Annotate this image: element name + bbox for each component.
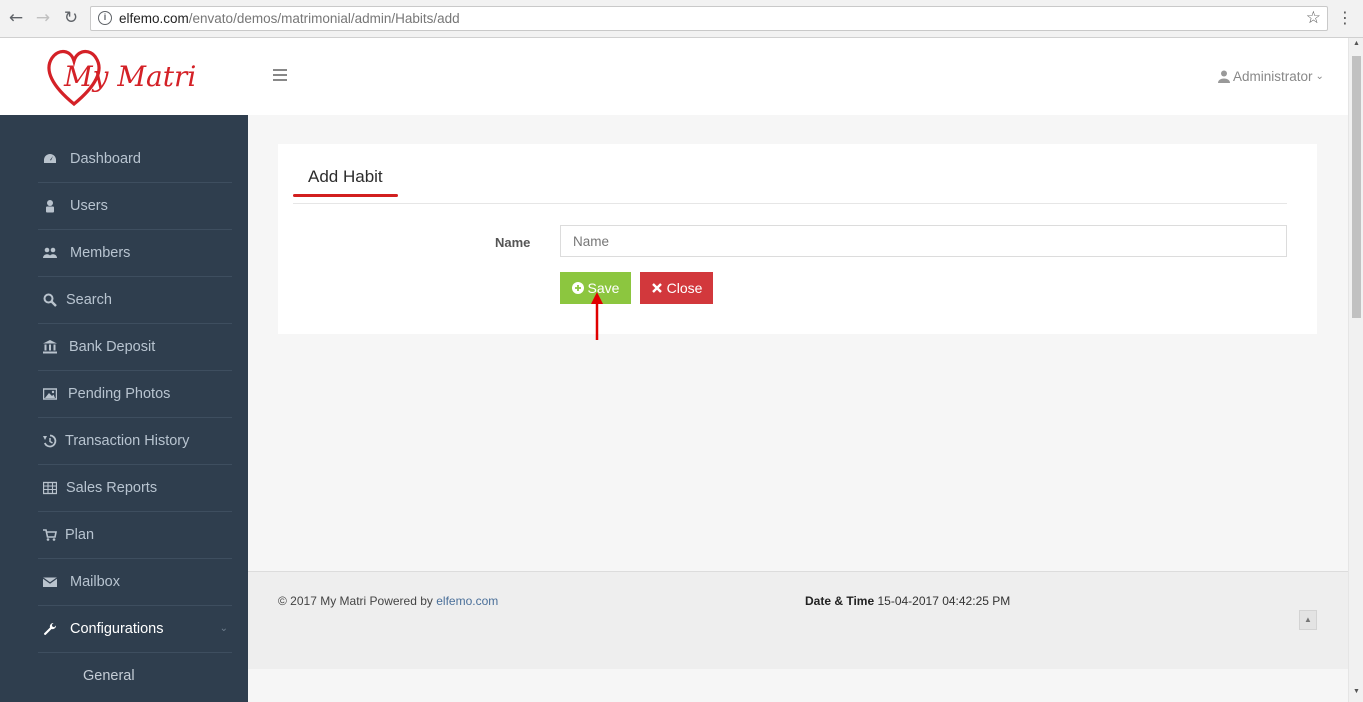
sidebar: Dashboard Users Members Search Bank Depo… bbox=[0, 115, 248, 702]
envelope-icon bbox=[42, 574, 58, 590]
plus-circle-icon bbox=[571, 282, 584, 294]
sidebar-item-label: Plan bbox=[65, 527, 95, 543]
sidebar-item-sales-reports[interactable]: Sales Reports bbox=[38, 465, 232, 512]
users-icon bbox=[42, 245, 58, 261]
sidebar-item-configurations[interactable]: Configurations ⌄ bbox=[38, 606, 232, 653]
dashboard-icon bbox=[42, 151, 58, 167]
close-icon bbox=[651, 283, 662, 293]
name-input[interactable] bbox=[560, 225, 1287, 257]
add-habit-panel: Add Habit Name Save Close bbox=[278, 144, 1317, 334]
chevron-down-icon: ⌄ bbox=[219, 623, 228, 634]
sidebar-item-label: Bank Deposit bbox=[69, 339, 156, 355]
page-bottom-area bbox=[248, 669, 1348, 702]
scroll-down-arrow-icon[interactable]: ▼ bbox=[1349, 688, 1363, 700]
sidebar-item-label: Transaction History bbox=[65, 433, 190, 449]
chevron-down-icon: ⌄ bbox=[1315, 71, 1324, 82]
user-icon bbox=[1218, 70, 1230, 83]
brand-logo[interactable]: My Matri bbox=[46, 46, 206, 108]
close-button[interactable]: Close bbox=[640, 272, 713, 304]
datetime-display: Date & Time 15-04-2017 04:42:25 PM bbox=[805, 594, 1010, 608]
sidebar-item-label: Users bbox=[70, 198, 108, 214]
app-header: My Matri Administrator ⌄ bbox=[0, 38, 1348, 115]
sidebar-item-label: Pending Photos bbox=[68, 386, 171, 402]
page-scrollbar[interactable]: ▲ ▼ bbox=[1348, 38, 1363, 702]
hamburger-menu-icon[interactable] bbox=[273, 69, 287, 83]
panel-title: Add Habit bbox=[308, 167, 383, 186]
sidebar-item-label: Members bbox=[70, 245, 131, 261]
search-icon bbox=[42, 292, 58, 308]
scroll-up-arrow-icon[interactable]: ▲ bbox=[1349, 40, 1363, 52]
bank-icon bbox=[42, 339, 58, 355]
info-icon[interactable]: i bbox=[98, 11, 112, 25]
url-path: /envato/demos/matrimonial/admin/Habits/a… bbox=[188, 11, 460, 26]
history-icon bbox=[42, 433, 58, 449]
sidebar-subitem-general[interactable]: General bbox=[83, 668, 135, 684]
browser-toolbar: ← → ↻ i elfemo.com/envato/demos/matrimon… bbox=[0, 0, 1363, 38]
copyright-text: © 2017 My Matri Powered by elfemo.com bbox=[278, 594, 498, 608]
photo-icon bbox=[42, 386, 58, 402]
back-arrow-icon[interactable]: ← bbox=[6, 8, 26, 28]
user-icon bbox=[42, 198, 58, 214]
browser-menu-icon[interactable]: ⋮ bbox=[1337, 9, 1353, 27]
page-footer: © 2017 My Matri Powered by elfemo.com Da… bbox=[248, 571, 1348, 669]
title-underline bbox=[293, 194, 398, 197]
sidebar-item-pending-photos[interactable]: Pending Photos bbox=[38, 371, 232, 418]
admin-user-menu[interactable]: Administrator ⌄ bbox=[1218, 69, 1324, 84]
address-bar[interactable]: i elfemo.com/envato/demos/matrimonial/ad… bbox=[90, 6, 1328, 31]
powered-by-link[interactable]: elfemo.com bbox=[436, 594, 498, 608]
sidebar-item-dashboard[interactable]: Dashboard bbox=[38, 136, 232, 183]
forward-arrow-icon[interactable]: → bbox=[33, 8, 53, 28]
sidebar-item-bank-deposit[interactable]: Bank Deposit bbox=[38, 324, 232, 371]
table-icon bbox=[42, 480, 58, 496]
wrench-icon bbox=[42, 621, 58, 637]
sidebar-item-label: Search bbox=[66, 292, 112, 308]
scrollbar-thumb[interactable] bbox=[1352, 56, 1361, 318]
sidebar-item-users[interactable]: Users bbox=[38, 183, 232, 230]
brand-logo-text: My Matri bbox=[63, 60, 196, 93]
copyright-prefix: © 2017 My Matri Powered by bbox=[278, 594, 437, 608]
sidebar-item-label: Configurations bbox=[70, 621, 164, 637]
sidebar-item-transaction-history[interactable]: Transaction History bbox=[38, 418, 232, 465]
reload-icon[interactable]: ↻ bbox=[61, 8, 81, 28]
sidebar-item-label: Dashboard bbox=[70, 151, 141, 167]
datetime-label: Date & Time bbox=[805, 594, 875, 608]
bookmark-star-icon[interactable]: ☆ bbox=[1306, 8, 1321, 28]
panel-divider bbox=[293, 203, 1287, 204]
sidebar-item-label: Sales Reports bbox=[66, 480, 158, 496]
sidebar-item-mailbox[interactable]: Mailbox bbox=[38, 559, 232, 606]
annotation-arrow-icon bbox=[591, 292, 603, 340]
close-button-label: Close bbox=[666, 280, 703, 296]
name-field-label: Name bbox=[495, 235, 531, 250]
cart-icon bbox=[42, 527, 58, 543]
sidebar-item-label: Mailbox bbox=[70, 574, 120, 590]
sidebar-item-plan[interactable]: Plan bbox=[38, 512, 232, 559]
sidebar-item-members[interactable]: Members bbox=[38, 230, 232, 277]
url-text: elfemo.com/envato/demos/matrimonial/admi… bbox=[119, 11, 460, 26]
scroll-to-top-icon[interactable]: ▲ bbox=[1299, 610, 1317, 630]
datetime-value: 15-04-2017 04:42:25 PM bbox=[877, 594, 1011, 608]
url-host: elfemo.com bbox=[119, 11, 189, 26]
admin-user-label: Administrator bbox=[1233, 69, 1313, 84]
sidebar-item-search[interactable]: Search bbox=[38, 277, 232, 324]
